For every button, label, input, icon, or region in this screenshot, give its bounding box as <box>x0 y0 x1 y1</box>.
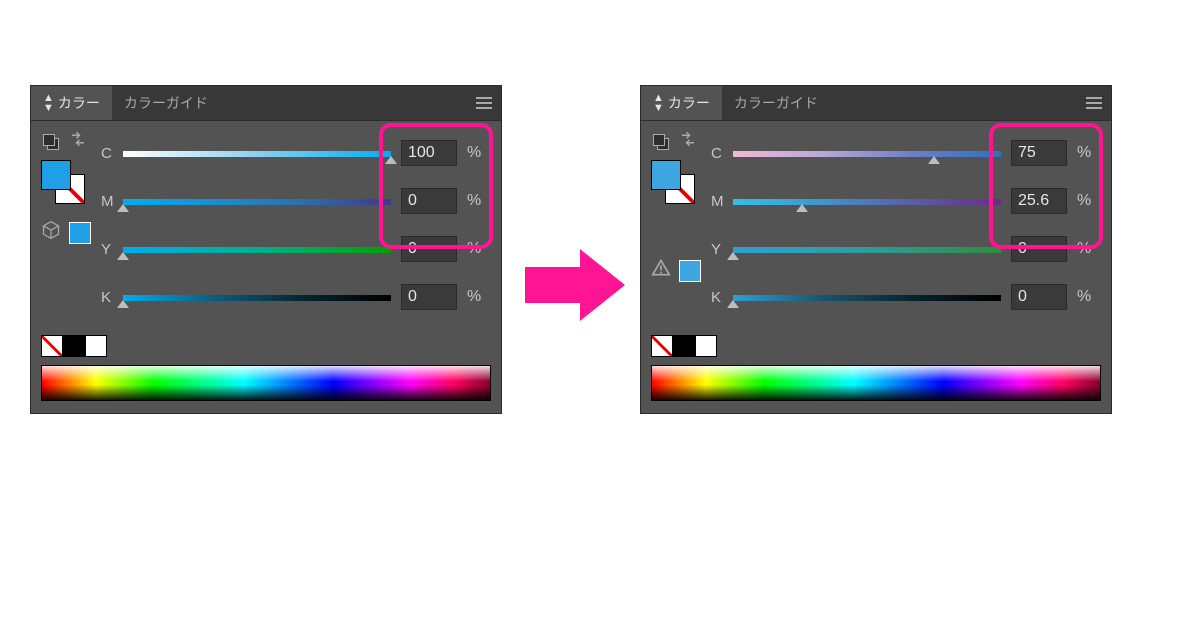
unit: % <box>461 144 491 162</box>
slider-m[interactable] <box>733 190 1001 212</box>
tab-label: カラーガイド <box>734 93 818 113</box>
input-m[interactable] <box>401 188 457 214</box>
color-panel-before: ▲▼ カラー カラーガイド <box>30 85 502 414</box>
tab-label: カラーガイド <box>124 93 208 113</box>
unit: % <box>461 192 491 210</box>
channel-y: Y % <box>711 225 1101 273</box>
white-swatch[interactable] <box>85 335 107 357</box>
slider-m[interactable] <box>123 190 391 212</box>
default-fill-stroke-icon[interactable] <box>43 134 59 150</box>
unit: % <box>461 240 491 258</box>
input-k[interactable] <box>401 284 457 310</box>
spectrum-bar[interactable] <box>41 365 491 401</box>
arrow-icon <box>525 245 625 325</box>
panel-tabs: ▲▼ カラー カラーガイド <box>641 86 1111 121</box>
unit: % <box>1071 288 1101 306</box>
slider-k[interactable] <box>123 286 391 308</box>
cube-icon[interactable] <box>41 220 61 245</box>
slider-c[interactable] <box>733 142 1001 164</box>
channel-m: M % <box>101 177 491 225</box>
none-swatch[interactable] <box>41 335 63 357</box>
alt-color-swatch[interactable] <box>69 222 91 244</box>
black-swatch[interactable] <box>673 335 695 357</box>
channel-k: K % <box>101 273 491 321</box>
tab-color-guide[interactable]: カラーガイド <box>112 86 220 120</box>
tab-color[interactable]: ▲▼ カラー <box>31 86 112 120</box>
slider-c[interactable] <box>123 142 391 164</box>
unit: % <box>1071 240 1101 258</box>
channel-label: M <box>711 193 733 210</box>
channel-label: C <box>101 145 123 162</box>
channel-k: K % <box>711 273 1101 321</box>
fill-swatch[interactable] <box>41 160 71 190</box>
alt-color-swatch[interactable] <box>679 260 701 282</box>
input-c[interactable] <box>401 140 457 166</box>
swap-fill-stroke-icon[interactable] <box>679 131 697 152</box>
tab-label: カラー <box>668 93 710 113</box>
tab-color[interactable]: ▲▼ カラー <box>641 86 722 120</box>
sort-icon: ▲▼ <box>43 93 54 113</box>
tab-label: カラー <box>58 93 100 113</box>
unit: % <box>461 288 491 306</box>
input-k[interactable] <box>1011 284 1067 310</box>
channel-c: C % <box>101 129 491 177</box>
fill-stroke-swatch[interactable] <box>651 160 695 204</box>
panel-menu-button[interactable] <box>1077 86 1111 120</box>
panel-tabs: ▲▼ カラー カラーガイド <box>31 86 501 121</box>
swap-fill-stroke-icon[interactable] <box>69 131 87 152</box>
channel-m: M % <box>711 177 1101 225</box>
sort-icon: ▲▼ <box>653 93 664 113</box>
panel-menu-button[interactable] <box>467 86 501 120</box>
white-swatch[interactable] <box>695 335 717 357</box>
slider-y[interactable] <box>733 238 1001 260</box>
channel-c: C % <box>711 129 1101 177</box>
input-y[interactable] <box>1011 236 1067 262</box>
fill-swatch[interactable] <box>651 160 681 190</box>
none-swatch[interactable] <box>651 335 673 357</box>
unit: % <box>1071 144 1101 162</box>
warning-icon[interactable] <box>651 258 671 283</box>
input-m[interactable] <box>1011 188 1067 214</box>
spectrum-bar[interactable] <box>651 365 1101 401</box>
preset-swatches <box>41 335 491 357</box>
slider-y[interactable] <box>123 238 391 260</box>
default-fill-stroke-icon[interactable] <box>653 134 669 150</box>
fill-stroke-swatch[interactable] <box>41 160 85 204</box>
black-swatch[interactable] <box>63 335 85 357</box>
channel-y: Y % <box>101 225 491 273</box>
preset-swatches <box>651 335 1101 357</box>
input-y[interactable] <box>401 236 457 262</box>
input-c[interactable] <box>1011 140 1067 166</box>
channel-label: C <box>711 145 733 162</box>
slider-k[interactable] <box>733 286 1001 308</box>
color-panel-after: ▲▼ カラー カラーガイド <box>640 85 1112 414</box>
tab-color-guide[interactable]: カラーガイド <box>722 86 830 120</box>
unit: % <box>1071 192 1101 210</box>
